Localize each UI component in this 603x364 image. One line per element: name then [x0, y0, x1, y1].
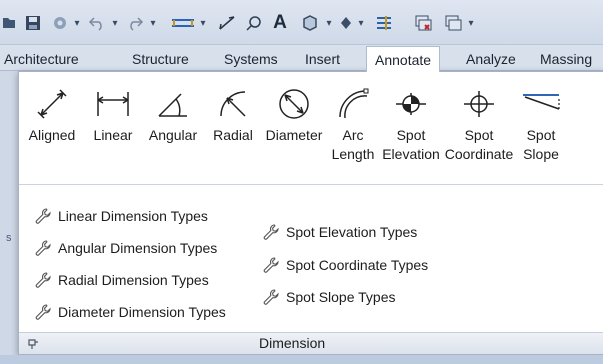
wrench-icon	[33, 206, 53, 226]
tool-label: Coordinate	[444, 146, 514, 162]
dropdown-arrow-icon[interactable]: ▾	[198, 10, 208, 36]
menu-item-diameter-dimension-types[interactable]: Diameter Dimension Types	[33, 300, 226, 324]
menu-item-angular-dimension-types[interactable]: Angular Dimension Types	[33, 236, 217, 260]
angular-dimension-icon	[141, 82, 205, 126]
dropdown-arrow-icon[interactable]: ▾	[72, 10, 82, 36]
spot-elevation-button[interactable]: Spot Elevation	[379, 82, 443, 174]
panel-edge-marker: s	[6, 232, 12, 244]
spot-coordinate-icon	[443, 82, 515, 126]
menu-item-label: Diameter Dimension Types	[58, 304, 226, 320]
spot-coordinate-button[interactable]: Spot Coordinate	[443, 82, 515, 174]
panel-title: Dimension	[259, 335, 326, 351]
aligned-dimension-button[interactable]: Aligned	[19, 82, 85, 174]
tool-label: Spot	[464, 127, 494, 143]
diameter-dimension-button[interactable]: Diameter	[261, 82, 327, 174]
panel-separator	[19, 184, 603, 185]
tool-label: Elevation	[382, 146, 440, 162]
menu-item-label: Spot Coordinate Types	[286, 257, 429, 273]
tool-label: Aligned	[28, 127, 76, 143]
tool-label: Linear	[93, 127, 133, 143]
menu-item-spot-slope-types[interactable]: Spot Slope Types	[261, 285, 395, 309]
dropdown-arrow-icon[interactable]: ▾	[356, 10, 366, 36]
tab-massing[interactable]: Massing	[540, 48, 592, 70]
menu-item-radial-dimension-types[interactable]: Radial Dimension Types	[33, 268, 209, 292]
tool-label: Length	[331, 146, 375, 162]
tool-label: Arc	[342, 127, 364, 143]
open-icon[interactable]	[0, 10, 18, 36]
tool-label: Spot	[396, 127, 426, 143]
radial-dimension-icon	[205, 82, 261, 126]
dropdown-arrow-icon[interactable]: ▾	[148, 10, 158, 36]
menu-item-label: Angular Dimension Types	[58, 240, 218, 256]
aligned-dimension-icon[interactable]	[214, 10, 240, 36]
close-hidden-icon[interactable]	[410, 10, 436, 36]
arc-length-dimension-button[interactable]: Arc Length	[327, 82, 379, 174]
tab-annotate[interactable]: Annotate	[366, 46, 441, 72]
aligned-dimension-icon	[19, 82, 85, 126]
diameter-dimension-icon	[261, 82, 327, 126]
save-icon[interactable]	[20, 10, 46, 36]
spot-slope-icon	[515, 82, 567, 126]
measure-icon[interactable]	[168, 10, 198, 36]
tool-label: Slope	[523, 146, 559, 162]
menu-item-label: Spot Elevation Types	[286, 224, 418, 240]
tool-label: Angular	[148, 127, 198, 143]
linear-dimension-icon	[85, 82, 141, 126]
tool-label: Radial	[213, 127, 253, 143]
linear-dimension-button[interactable]: Linear	[85, 82, 141, 174]
wrench-icon	[261, 255, 281, 275]
angular-dimension-button[interactable]: Angular	[141, 82, 205, 174]
radial-dimension-button[interactable]: Radial	[205, 82, 261, 174]
ribbon-tab-bar: Architecture Structure Systems Insert An…	[0, 45, 603, 72]
tab-structure[interactable]: Structure	[132, 48, 189, 70]
quick-access-toolbar: ▾ ▾ ▾ ▾ A ▾ ▾ ▾	[0, 0, 603, 45]
text-icon[interactable]: A	[268, 10, 292, 36]
undo-icon[interactable]	[86, 10, 108, 36]
application-frame: ▾ ▾ ▾ ▾ A ▾ ▾ ▾ Architecture Structure S…	[0, 0, 603, 364]
tag-icon[interactable]	[242, 10, 266, 36]
wrench-icon	[33, 238, 53, 258]
tab-analyze[interactable]: Analyze	[466, 48, 516, 70]
sync-icon[interactable]	[48, 10, 72, 36]
thin-lines-icon[interactable]	[372, 10, 396, 36]
section-icon[interactable]	[336, 10, 356, 36]
tab-architecture[interactable]: Architecture	[4, 48, 79, 70]
tool-label: Diameter	[265, 127, 323, 143]
menu-item-spot-coordinate-types[interactable]: Spot Coordinate Types	[261, 253, 428, 277]
spot-elevation-icon	[379, 82, 443, 126]
3d-view-icon[interactable]	[298, 10, 322, 36]
menu-item-label: Spot Slope Types	[286, 289, 396, 305]
menu-item-label: Linear Dimension Types	[58, 208, 208, 224]
pin-icon[interactable]	[25, 336, 41, 352]
menu-item-label: Radial Dimension Types	[58, 272, 209, 288]
tab-systems[interactable]: Systems	[224, 48, 278, 70]
dropdown-arrow-icon[interactable]: ▾	[324, 10, 334, 36]
menu-item-linear-dimension-types[interactable]: Linear Dimension Types	[33, 204, 208, 228]
tab-insert[interactable]: Insert	[305, 48, 340, 70]
switch-windows-icon[interactable]	[440, 10, 466, 36]
spot-slope-button[interactable]: Spot Slope	[515, 82, 567, 174]
tool-label: Spot	[526, 127, 556, 143]
wrench-icon	[33, 270, 53, 290]
dropdown-arrow-icon[interactable]: ▾	[466, 10, 476, 36]
wrench-icon	[33, 302, 53, 322]
arc-length-dimension-icon	[327, 82, 379, 126]
wrench-icon	[261, 287, 281, 307]
dropdown-arrow-icon[interactable]: ▾	[110, 10, 120, 36]
wrench-icon	[261, 222, 281, 242]
redo-icon[interactable]	[124, 10, 146, 36]
workspace-strip	[0, 355, 603, 364]
dimension-panel: Aligned Linear Angular Radial Diameter A…	[18, 71, 603, 355]
panel-footer: Dimension	[19, 332, 603, 354]
menu-item-spot-elevation-types[interactable]: Spot Elevation Types	[261, 220, 417, 244]
